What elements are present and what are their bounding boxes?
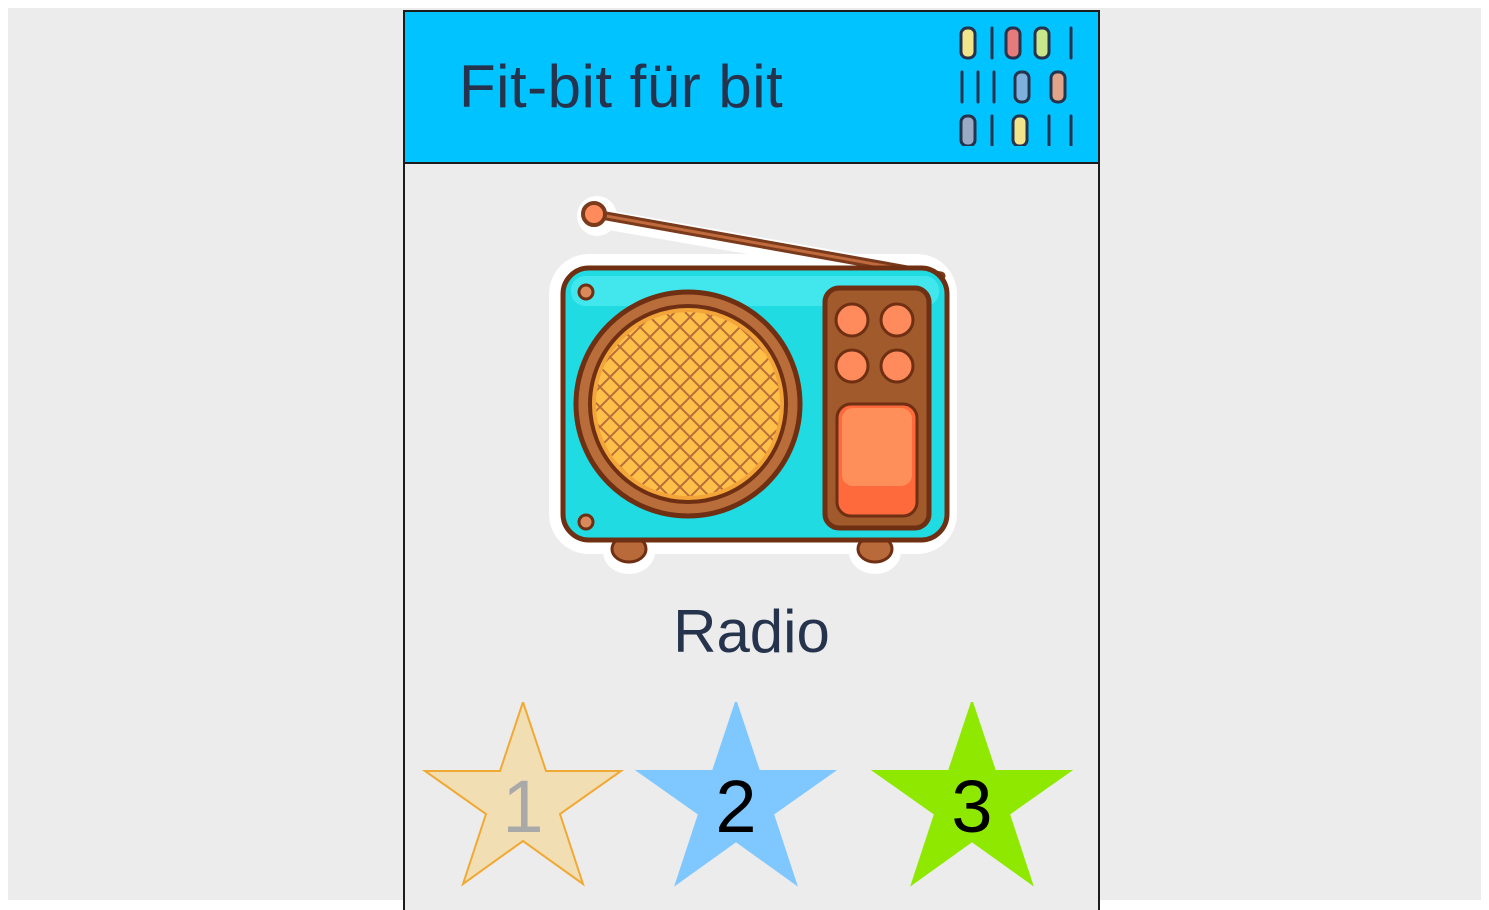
exercise-card: Fit-bit für bit Radio 1 2 3 xyxy=(403,10,1100,910)
color-bits-grid-icon xyxy=(959,26,1073,146)
level-star-2-number: 2 xyxy=(715,765,756,848)
level-star-1-number: 1 xyxy=(502,765,543,848)
level-stars: 1 2 3 xyxy=(421,702,1074,887)
level-star-1[interactable]: 1 xyxy=(421,702,625,887)
level-star-3-number: 3 xyxy=(951,765,992,848)
page-background: Fit-bit für bit Radio 1 2 3 xyxy=(8,8,1481,910)
level-star-3[interactable]: 3 xyxy=(870,702,1074,887)
app-header: Fit-bit für bit xyxy=(405,12,1098,164)
radio-icon xyxy=(549,196,957,574)
level-star-2[interactable]: 2 xyxy=(634,702,838,887)
app-title: Fit-bit für bit xyxy=(459,53,784,120)
item-label: Radio xyxy=(673,598,830,665)
